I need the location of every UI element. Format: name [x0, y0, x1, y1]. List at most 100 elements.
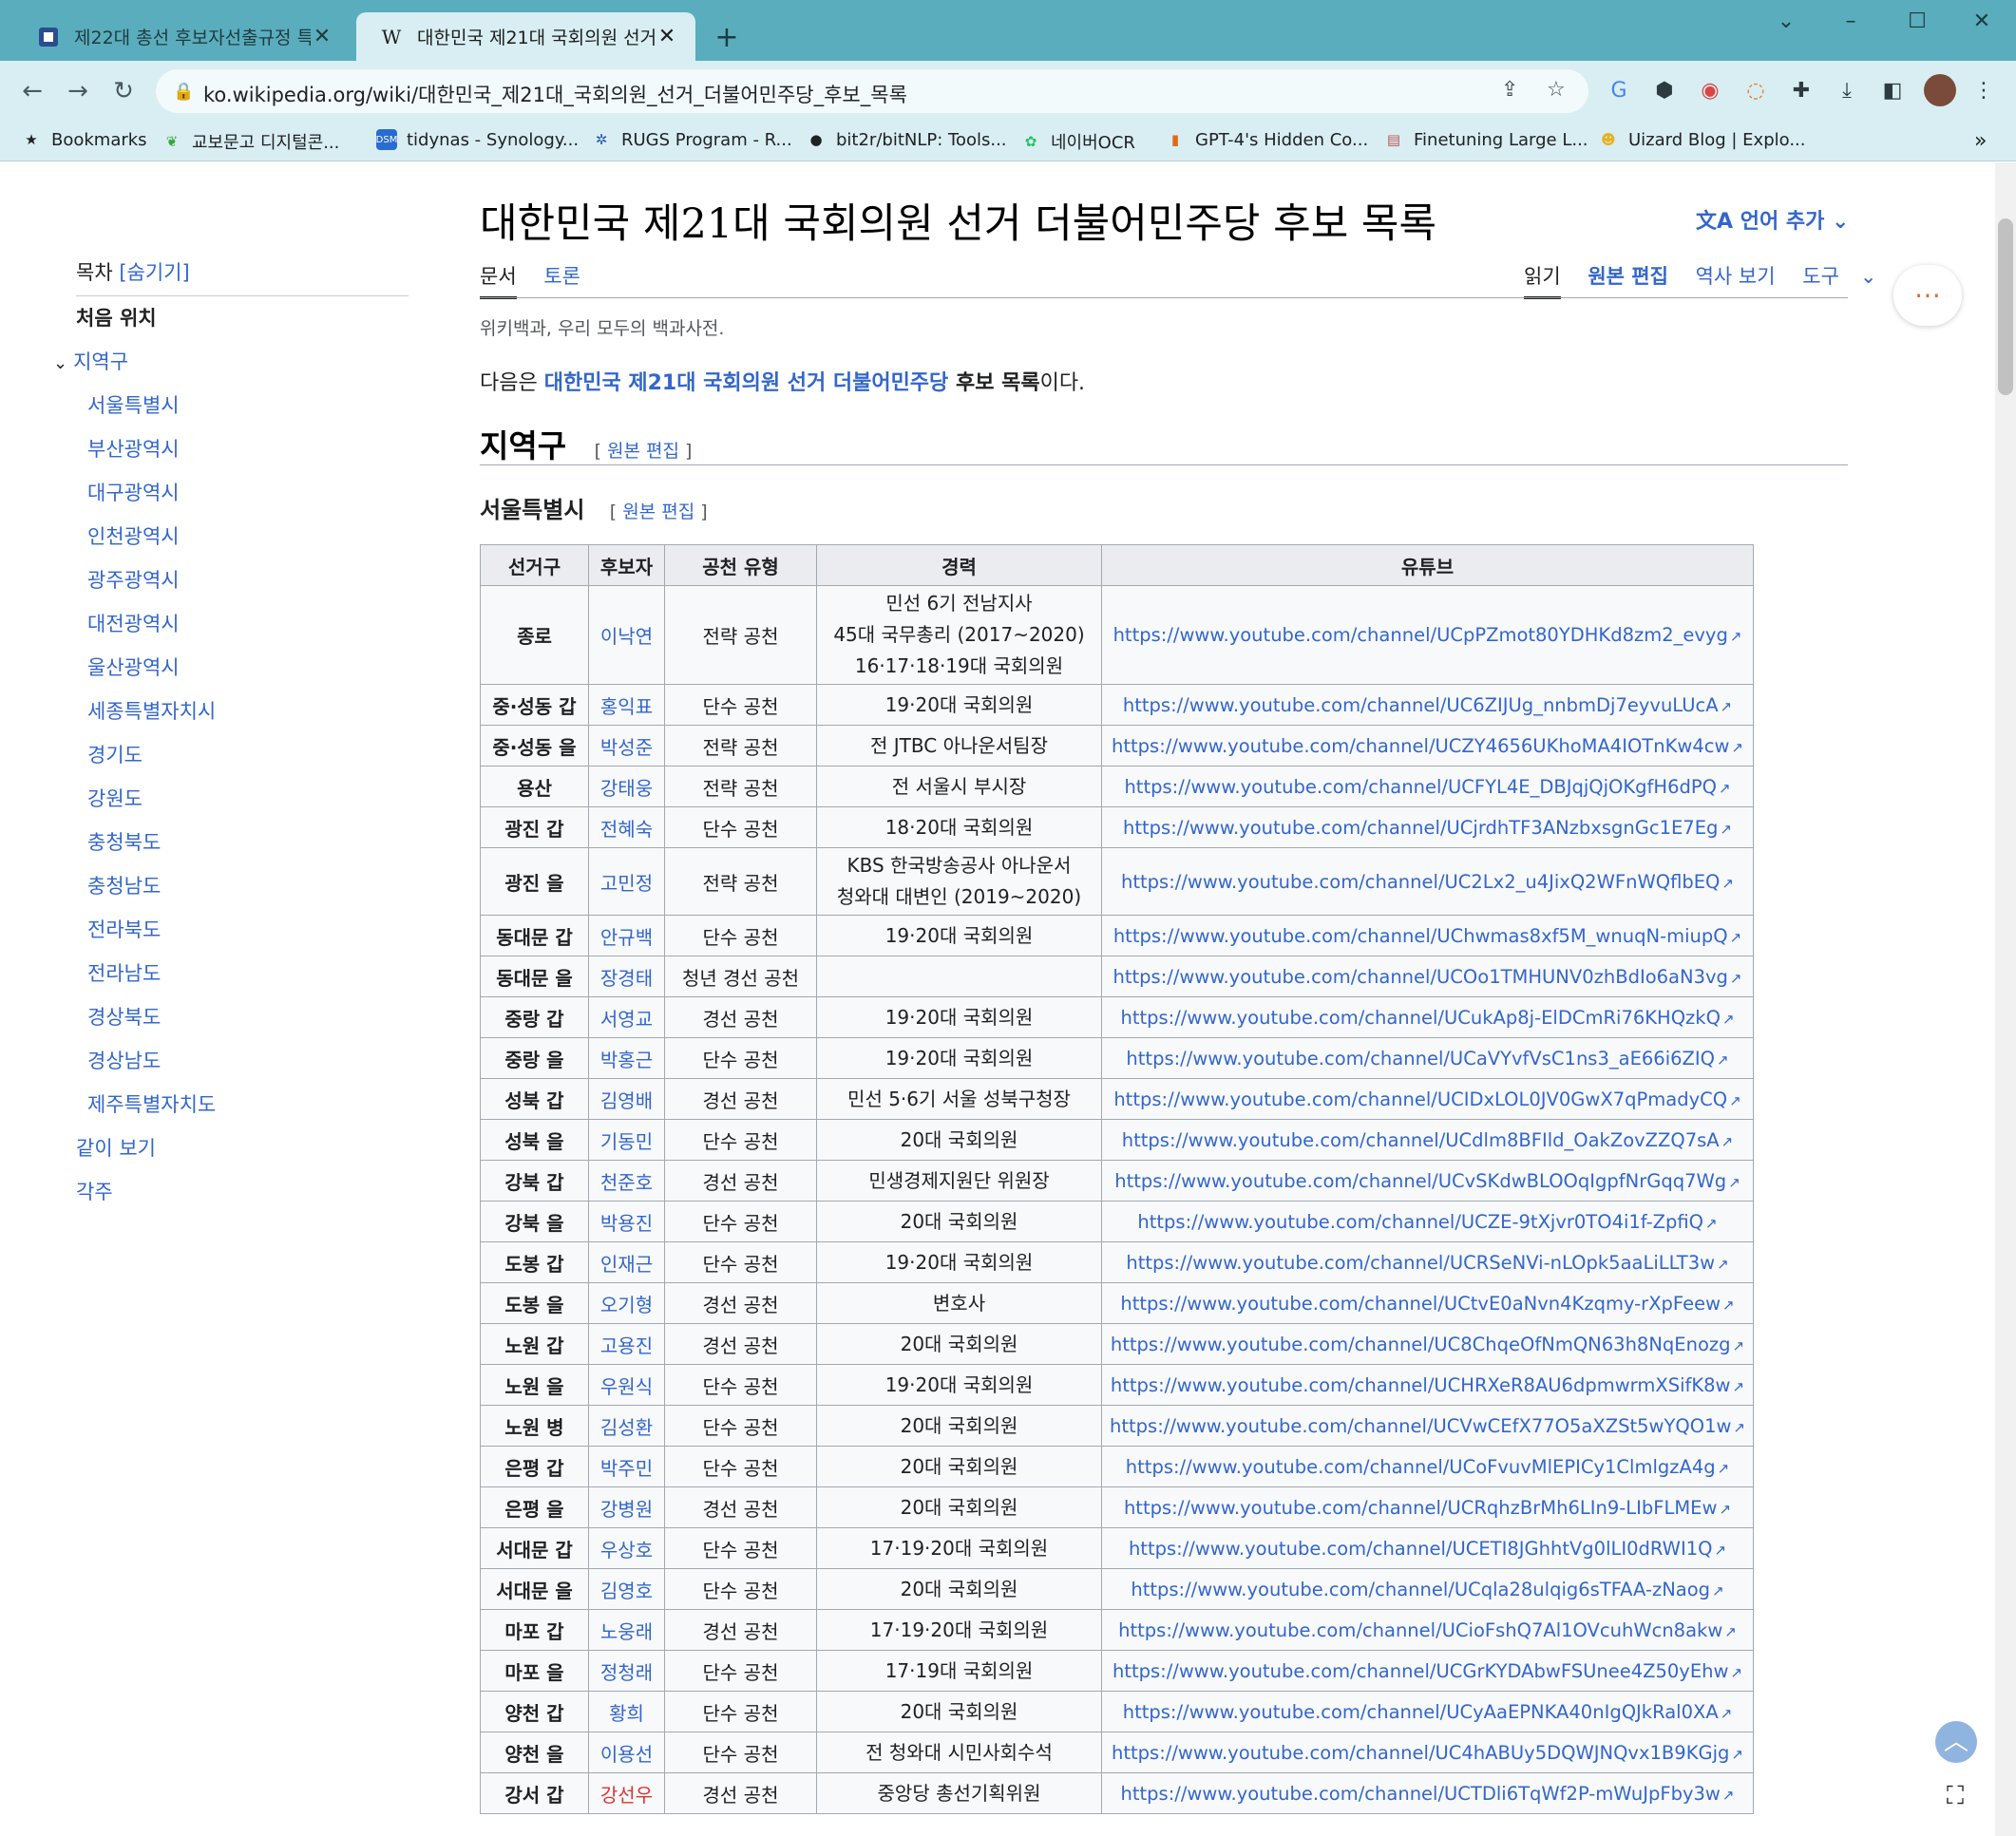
scrollbar-thumb[interactable]	[1998, 218, 2013, 395]
candidate-link[interactable]: 정청래	[588, 1650, 665, 1692]
youtube-link[interactable]: https://www.youtube.com/channel/UCOo1TMH…	[1113, 966, 1728, 988]
translate-extension-icon[interactable]: G	[1604, 76, 1634, 106]
close-tab-icon[interactable]: ✕	[311, 25, 333, 48]
subsection-edit-link[interactable]: [ 원본 편집 ]	[610, 502, 708, 522]
youtube-link[interactable]: https://www.youtube.com/channel/UCjrdhTF…	[1123, 817, 1718, 839]
candidate-link[interactable]: 전혜숙	[588, 806, 665, 848]
chat-extension-icon[interactable]: ◌	[1740, 76, 1771, 106]
more-bookmarks-icon[interactable]: »	[1974, 129, 1987, 153]
candidate-link[interactable]: 이용선	[588, 1732, 665, 1773]
youtube-link[interactable]: https://www.youtube.com/channel/UCdlm8BF…	[1122, 1129, 1720, 1151]
youtube-link-cell[interactable]: https://www.youtube.com/channel/UCHRXeR8…	[1101, 1364, 1754, 1406]
candidate-link[interactable]: 강병원	[588, 1486, 665, 1528]
candidate-link[interactable]: 안규백	[588, 915, 665, 956]
youtube-link[interactable]: https://www.youtube.com/channel/UCRSeNVi…	[1126, 1252, 1715, 1274]
tab-read[interactable]: 읽기	[1524, 265, 1561, 299]
browser-tab-active[interactable]: W 대한민국 제21대 국회의원 선거 ✕	[356, 12, 695, 61]
chevron-down-icon[interactable]: ⌄	[53, 353, 67, 373]
youtube-link-cell[interactable]: https://www.youtube.com/channel/UCRqhzBr…	[1101, 1486, 1754, 1528]
candidate-link[interactable]: 천준호	[588, 1160, 665, 1202]
bookmark-item[interactable]: ★ Bookmarks	[21, 129, 146, 150]
youtube-link[interactable]: https://www.youtube.com/channel/UCFYL4E_…	[1124, 776, 1717, 798]
bookmark-item[interactable]: ☻ Uizard Blog | Explo...	[1598, 129, 1805, 150]
candidate-link[interactable]: 박홍근	[588, 1037, 665, 1079]
youtube-link-cell[interactable]: https://www.youtube.com/channel/UCdlm8BF…	[1101, 1119, 1754, 1161]
candidate-link[interactable]: 노웅래	[588, 1609, 665, 1651]
candidate-link[interactable]: 박성준	[588, 725, 665, 767]
youtube-link-cell[interactable]: https://www.youtube.com/channel/UCFYL4E_…	[1101, 766, 1754, 807]
youtube-link[interactable]: https://www.youtube.com/channel/UC4hABUy…	[1112, 1742, 1729, 1764]
youtube-link[interactable]: https://www.youtube.com/channel/UChwmas8…	[1113, 925, 1728, 947]
candidate-link[interactable]: 서영교	[588, 996, 665, 1038]
toc-item-region[interactable]: 대전광역시	[76, 602, 409, 646]
candidate-link[interactable]: 박주민	[588, 1446, 665, 1487]
candidate-link[interactable]: 우원식	[588, 1364, 665, 1406]
toc-item-region[interactable]: 대구광역시	[76, 471, 409, 515]
youtube-link-cell[interactable]: https://www.youtube.com/channel/UCvSKdwB…	[1101, 1160, 1754, 1202]
bookmark-item[interactable]: DSM tidynas - Synology...	[376, 129, 579, 150]
youtube-link[interactable]: https://www.youtube.com/channel/UCVwCEfX…	[1110, 1415, 1731, 1437]
candidate-link[interactable]: 인재근	[588, 1241, 665, 1283]
fullscreen-icon[interactable]: ⛶	[1938, 1782, 1972, 1816]
toc-item-region[interactable]: 전라북도	[76, 908, 409, 952]
toc-item-region[interactable]: 세종특별자치시	[76, 690, 409, 733]
youtube-link-cell[interactable]: https://www.youtube.com/channel/UC8ChqeO…	[1101, 1323, 1754, 1365]
youtube-link-cell[interactable]: https://www.youtube.com/channel/UCqla28u…	[1101, 1568, 1754, 1610]
toc-item-region[interactable]: 인천광역시	[76, 515, 409, 558]
toc-item-region[interactable]: 경기도	[76, 733, 409, 777]
youtube-link[interactable]: https://www.youtube.com/channel/UC2Lx2_u…	[1121, 871, 1720, 893]
bookmark-item[interactable]: ▮ GPT-4's Hidden Co...	[1165, 129, 1368, 150]
bookmark-item[interactable]: ✿ 네이버OCR	[1020, 129, 1135, 154]
youtube-link[interactable]: https://www.youtube.com/channel/UCyAaEPN…	[1123, 1701, 1719, 1723]
youtube-link[interactable]: https://www.youtube.com/channel/UCTDli6T…	[1121, 1783, 1721, 1805]
toc-item-region[interactable]: 경상남도	[76, 1039, 409, 1083]
bookmark-item[interactable]: ✲ RUGS Program - R...	[591, 129, 792, 150]
toc-item-region[interactable]: 울산광역시	[76, 646, 409, 690]
close-window-icon[interactable]: ✕	[1963, 9, 2001, 33]
candidate-link[interactable]: 강태웅	[588, 766, 665, 807]
tools-menu[interactable]: 도구 ⌄	[1802, 265, 1897, 288]
youtube-link[interactable]: https://www.youtube.com/channel/UCGrKYDA…	[1113, 1660, 1729, 1682]
youtube-link-cell[interactable]: https://www.youtube.com/channel/UCTDli6T…	[1101, 1772, 1754, 1814]
toc-item-region[interactable]: 광주광역시	[76, 558, 409, 602]
bookmark-star-icon[interactable]: ☆	[1547, 78, 1566, 102]
chat-feedback-icon[interactable]: ⋯	[1893, 265, 1962, 326]
candidate-link[interactable]: 박용진	[588, 1201, 665, 1242]
youtube-link[interactable]: https://www.youtube.com/channel/UCpPZmot…	[1113, 624, 1728, 646]
toc-item-region[interactable]: 전라남도	[76, 952, 409, 995]
youtube-link-cell[interactable]: https://www.youtube.com/channel/UCaVYvfV…	[1101, 1037, 1754, 1079]
tab-article[interactable]: 문서	[480, 265, 517, 299]
youtube-link-cell[interactable]: https://www.youtube.com/channel/UCGrKYDA…	[1101, 1650, 1754, 1692]
section-edit-link[interactable]: [ 원본 편집 ]	[595, 441, 693, 462]
youtube-link[interactable]: https://www.youtube.com/channel/UCqla28u…	[1131, 1579, 1710, 1600]
youtube-link-cell[interactable]: https://www.youtube.com/channel/UCVwCEfX…	[1101, 1405, 1754, 1447]
toc-hide-link[interactable]: [숨기기]	[119, 261, 189, 284]
youtube-link[interactable]: https://www.youtube.com/channel/UCZY4656…	[1112, 735, 1729, 757]
candidate-link[interactable]: 기동민	[588, 1119, 665, 1161]
lock-icon[interactable]: 🔒	[173, 82, 194, 102]
youtube-link[interactable]: https://www.youtube.com/channel/UCtvE0aN…	[1120, 1293, 1721, 1315]
youtube-link-cell[interactable]: https://www.youtube.com/channel/UCZY4656…	[1101, 725, 1754, 767]
youtube-link[interactable]: https://www.youtube.com/channel/UCIDxLOL…	[1113, 1088, 1727, 1110]
minimize-icon[interactable]: –	[1832, 9, 1870, 33]
language-button[interactable]: 文A 언어 추가 ⌄	[1696, 204, 1849, 235]
toc-item-region[interactable]: 충청남도	[76, 864, 409, 908]
toc-item-top[interactable]: 처음 위치	[76, 296, 409, 340]
candidate-link[interactable]: 김성환	[588, 1405, 665, 1447]
youtube-link-cell[interactable]: https://www.youtube.com/channel/UCyAaEPN…	[1101, 1691, 1754, 1732]
extension-shield-icon[interactable]: ⬢	[1649, 76, 1680, 106]
youtube-link-cell[interactable]: https://www.youtube.com/channel/UCRSeNVi…	[1101, 1241, 1754, 1283]
youtube-link[interactable]: https://www.youtube.com/channel/UCukAp8j…	[1120, 1007, 1720, 1029]
candidate-link[interactable]: 강선우	[588, 1772, 665, 1814]
youtube-link[interactable]: https://www.youtube.com/channel/UCZE-9tX…	[1137, 1211, 1703, 1233]
youtube-link-cell[interactable]: https://www.youtube.com/channel/UCZE-9tX…	[1101, 1201, 1754, 1242]
youtube-link[interactable]: https://www.youtube.com/channel/UCaVYvfV…	[1126, 1048, 1715, 1069]
youtube-link[interactable]: https://www.youtube.com/channel/UCioFshQ…	[1118, 1619, 1722, 1641]
forward-icon[interactable]: →	[61, 74, 95, 108]
bookmark-item[interactable]: ● bit2r/bitNLP: Tools...	[806, 129, 1006, 150]
youtube-link-cell[interactable]: https://www.youtube.com/channel/UCukAp8j…	[1101, 996, 1754, 1038]
candidate-link[interactable]: 홍익표	[588, 684, 665, 726]
youtube-link-cell[interactable]: https://www.youtube.com/channel/UCjrdhTF…	[1101, 806, 1754, 848]
toc-item-notes[interactable]: 각주	[76, 1170, 409, 1214]
toc-item-region[interactable]: 부산광역시	[76, 427, 409, 471]
